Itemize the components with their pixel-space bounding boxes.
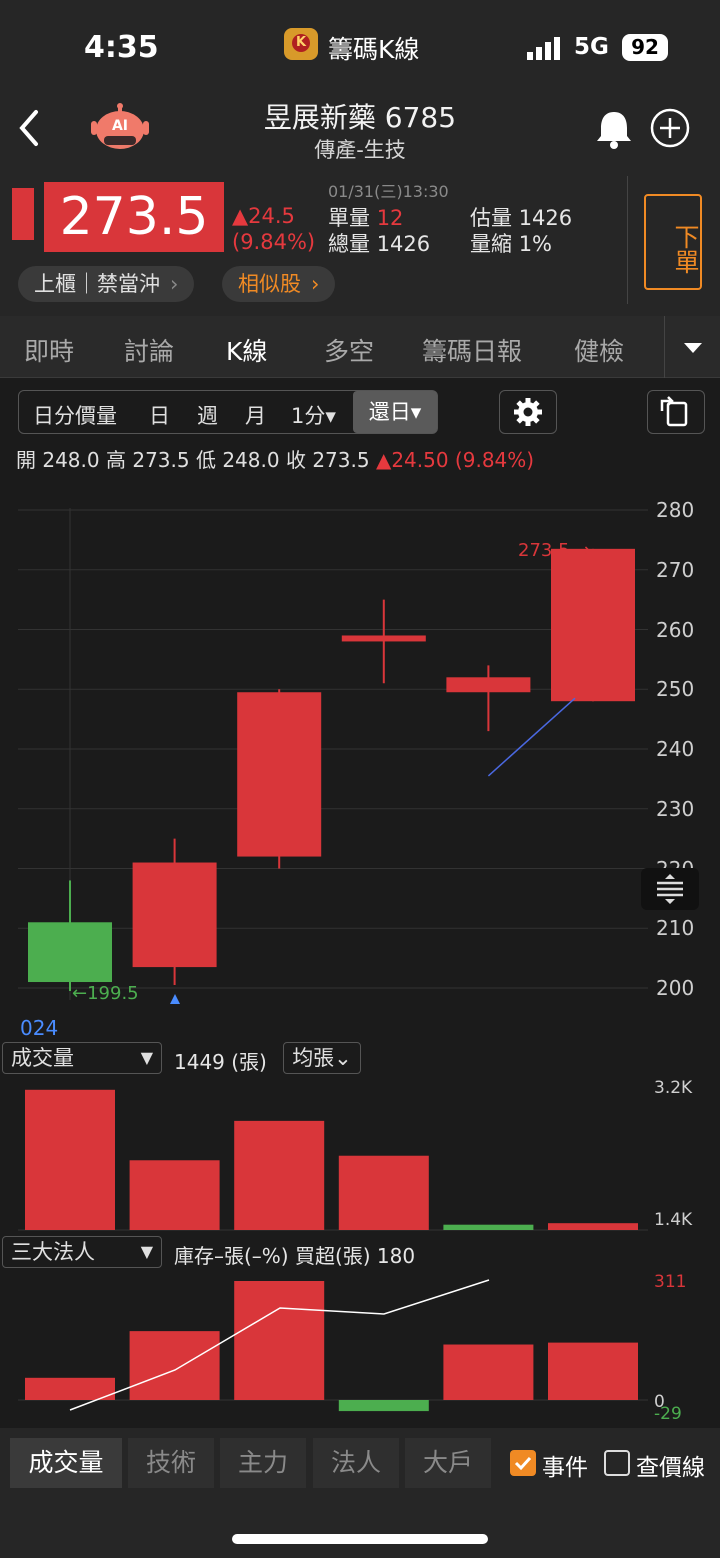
- volume-bar: [338, 1155, 429, 1230]
- bottom-tab-major-holders[interactable]: 大戶: [405, 1438, 491, 1488]
- bottom-tab-volume[interactable]: 成交量: [10, 1438, 122, 1488]
- bottom-tab-main-force[interactable]: 主力: [220, 1438, 306, 1488]
- candle-body: [132, 862, 217, 968]
- volume-value: 1449 (張): [174, 1050, 267, 1074]
- average-volume-select[interactable]: 均張⌄: [283, 1042, 361, 1074]
- year-label: 024: [20, 1016, 59, 1040]
- institutional-bar: [234, 1281, 325, 1400]
- price-axis-tick: 280: [656, 498, 695, 522]
- candle-body: [551, 548, 635, 702]
- event-label: 事件: [542, 1455, 588, 1481]
- home-indicator: [232, 1534, 488, 1544]
- checkmark-icon: [514, 1456, 532, 1471]
- volume-axis-bottom: 1.4K: [654, 1210, 693, 1230]
- institutional-bar: [25, 1377, 115, 1400]
- volume-bar: [443, 1224, 534, 1230]
- candle-body: [28, 922, 112, 983]
- price-axis-tick: 230: [656, 796, 695, 821]
- price-line-checkbox[interactable]: [604, 1450, 630, 1476]
- moving-average-line: [487, 697, 576, 777]
- kline-chart[interactable]: [0, 0, 720, 1428]
- dropdown-icon: ▼: [140, 1242, 153, 1261]
- bottom-tab-technical[interactable]: 技術: [128, 1438, 214, 1488]
- institutional-indicator-label: 三大法人: [11, 1240, 95, 1264]
- volume-bar: [25, 1089, 115, 1230]
- bottom-toolbar: 成交量 技術 主力 法人 大戶 事件 查價線: [0, 1428, 720, 1558]
- price-axis-tick: 250: [656, 677, 695, 702]
- bottom-tab-institutional[interactable]: 法人: [313, 1438, 399, 1488]
- min-price-annotation: ←199.5: [72, 983, 139, 1004]
- price-axis-tick: 200: [656, 976, 695, 1000]
- price-axis-tick: 240: [656, 737, 695, 761]
- institutional-bar: [443, 1344, 534, 1400]
- dropdown-icon: ▼: [140, 1048, 153, 1067]
- institutional-bar: [338, 1400, 429, 1412]
- volume-bar: [234, 1120, 325, 1230]
- event-checkbox[interactable]: [510, 1450, 536, 1476]
- institutional-axis-top: 311: [654, 1272, 687, 1292]
- candle-body: [446, 677, 531, 693]
- price-axis-tick: 210: [656, 916, 695, 941]
- institutional-bar: [129, 1331, 220, 1400]
- price-axis-tick: 260: [656, 617, 695, 642]
- price-line-label: 查價線: [636, 1455, 705, 1481]
- institutional-bar: [548, 1342, 638, 1400]
- volume-axis-top: 3.2K: [654, 1078, 693, 1098]
- volume-bar: [548, 1223, 638, 1230]
- drag-handle-icon: [657, 874, 683, 904]
- volume-indicator-select[interactable]: 成交量 ▼: [2, 1042, 162, 1074]
- candle-body: [237, 692, 322, 857]
- volume-indicator-label: 成交量: [11, 1046, 74, 1070]
- max-price-annotation: 273.5 →: [518, 540, 591, 561]
- institutional-axis-bottom: -29: [654, 1404, 682, 1424]
- price-axis-tick: 270: [656, 557, 695, 582]
- buy-signal-marker: [170, 994, 180, 1004]
- chart-resize-handle[interactable]: [641, 868, 699, 910]
- institutional-subtitle: 庫存–張(–%) 買超(張) 180: [174, 1244, 416, 1268]
- candle-body: [341, 635, 426, 642]
- institutional-indicator-select[interactable]: 三大法人 ▼: [2, 1236, 162, 1268]
- volume-bar: [129, 1160, 220, 1230]
